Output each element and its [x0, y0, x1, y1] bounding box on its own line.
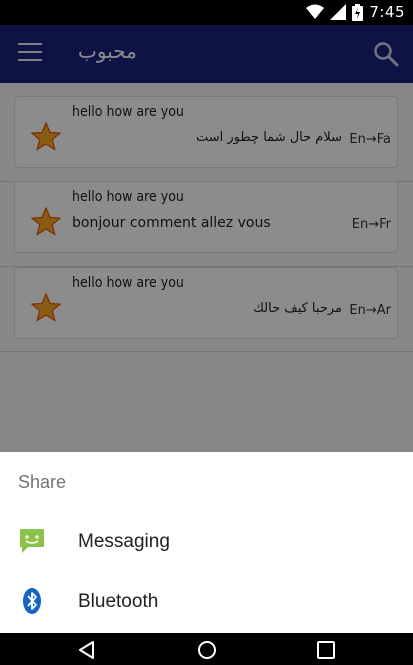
- battery-icon: [352, 3, 364, 21]
- bluetooth-icon: [23, 588, 41, 614]
- wifi-icon: [306, 4, 325, 19]
- signal-icon: [330, 4, 347, 20]
- status-time: 7:45: [369, 3, 405, 21]
- messaging-label: Messaging: [78, 531, 170, 552]
- share-sheet: Share Messaging Bluetooth: [0, 452, 413, 633]
- messaging-icon: [20, 529, 44, 553]
- navigation-bar: [0, 633, 413, 665]
- back-icon[interactable]: [76, 639, 98, 661]
- share-title: Share: [18, 472, 67, 492]
- recents-icon[interactable]: [315, 639, 337, 661]
- status-icons: 7:45: [306, 3, 405, 21]
- share-option-messaging[interactable]: Messaging: [0, 512, 413, 572]
- bluetooth-label: Bluetooth: [78, 591, 159, 612]
- home-icon[interactable]: [196, 639, 218, 661]
- status-bar: 7:45: [0, 0, 413, 25]
- share-option-bluetooth[interactable]: Bluetooth: [0, 572, 413, 632]
